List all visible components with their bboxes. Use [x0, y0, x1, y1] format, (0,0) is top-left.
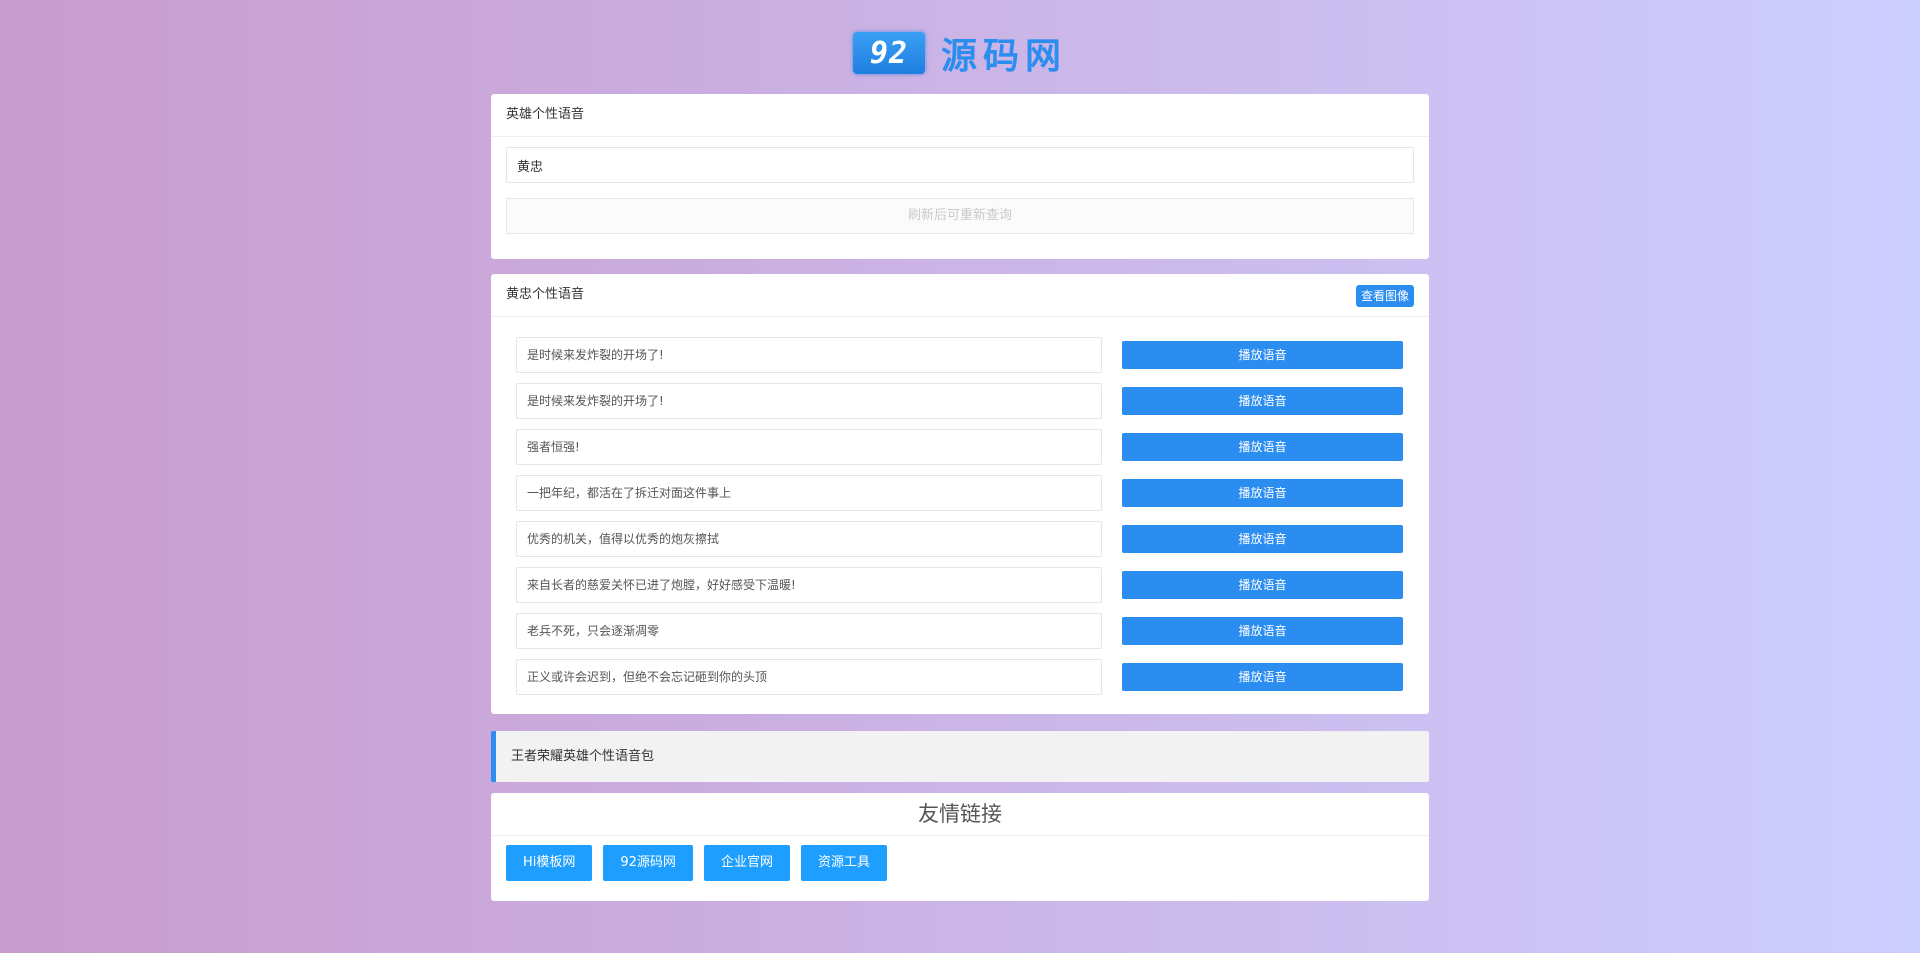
friend-links-list: Hi模板网 92源码网 企业官网 资源工具: [506, 845, 887, 881]
logo-text: 源码网: [941, 36, 1068, 77]
voice-row: 一把年纪，都活在了拆迁对面这件事上 播放语音: [516, 475, 1426, 511]
voice-row: 强者恒强! 播放语音: [516, 429, 1426, 465]
voice-line-text: 是时候来发炸裂的开场了!: [516, 383, 1102, 419]
friend-link-button[interactable]: 资源工具: [800, 845, 887, 881]
play-voice-button[interactable]: 播放语音: [1122, 387, 1403, 415]
voice-line-text: 是时候来发炸裂的开场了!: [516, 337, 1102, 373]
voice-row: 是时候来发炸裂的开场了! 播放语音: [516, 383, 1426, 419]
voice-line-text: 老兵不死，只会逐渐凋零: [516, 613, 1102, 649]
voice-row: 优秀的机关，值得以优秀的炮灰擦拭 播放语音: [516, 521, 1426, 557]
voice-line-text: 一把年纪，都活在了拆迁对面这件事上: [516, 475, 1102, 511]
play-voice-button[interactable]: 播放语音: [1122, 433, 1403, 461]
voice-row: 来自长者的慈爱关怀已进了炮膛，好好感受下温暖! 播放语音: [516, 567, 1426, 603]
voice-line-text: 优秀的机关，值得以优秀的炮灰擦拭: [516, 521, 1102, 557]
play-voice-button[interactable]: 播放语音: [1122, 341, 1403, 369]
voice-row: 是时候来发炸裂的开场了! 播放语音: [516, 337, 1426, 373]
friend-links-panel: 友情链接 Hi模板网 92源码网 企业官网 资源工具: [491, 793, 1429, 901]
friend-link-button[interactable]: 企业官网: [703, 845, 790, 881]
voice-panel-title: 黄忠个性语音: [506, 287, 585, 302]
search-panel-title: 英雄个性语音: [491, 94, 1429, 137]
play-voice-button[interactable]: 播放语音: [1122, 525, 1403, 553]
voice-row: 老兵不死，只会逐渐凋零 播放语音: [516, 613, 1426, 649]
voice-line-text: 来自长者的慈爱关怀已进了炮膛，好好感受下温暖!: [516, 567, 1102, 603]
site-logo[interactable]: 92 源码网: [853, 31, 1067, 77]
logo-badge: 92: [853, 32, 925, 74]
friend-links-title: 友情链接: [491, 793, 1429, 836]
play-voice-button[interactable]: 播放语音: [1122, 617, 1403, 645]
friend-link-button[interactable]: Hi模板网: [506, 845, 593, 881]
voice-pack-notice: 王者荣耀英雄个性语音包: [491, 731, 1429, 782]
refresh-query-button: 刷新后可重新查询: [506, 198, 1414, 234]
view-image-button[interactable]: 查看图像: [1355, 285, 1414, 307]
voice-row: 正义或许会迟到，但绝不会忘记砸到你的头顶 播放语音: [516, 659, 1426, 695]
play-voice-button[interactable]: 播放语音: [1122, 571, 1403, 599]
play-voice-button[interactable]: 播放语音: [1122, 479, 1403, 507]
play-voice-button[interactable]: 播放语音: [1122, 663, 1403, 691]
voice-line-text: 强者恒强!: [516, 429, 1102, 465]
friend-link-button[interactable]: 92源码网: [603, 845, 693, 881]
hero-name-input[interactable]: [506, 147, 1414, 183]
voice-line-text: 正义或许会迟到，但绝不会忘记砸到你的头顶: [516, 659, 1102, 695]
voice-panel-header: 黄忠个性语音 查看图像: [491, 274, 1429, 317]
voice-list-panel: 黄忠个性语音 查看图像 是时候来发炸裂的开场了! 播放语音 是时候来发炸裂的开场…: [491, 274, 1429, 714]
hero-search-panel: 英雄个性语音 刷新后可重新查询: [491, 94, 1429, 259]
